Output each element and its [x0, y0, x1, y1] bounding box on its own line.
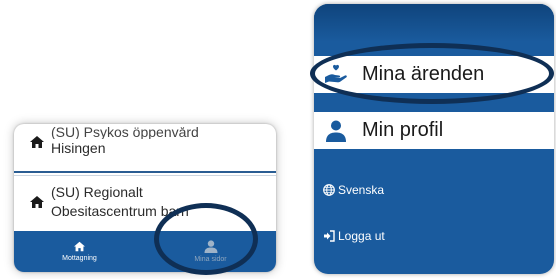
tab-mina-sidor[interactable]: Mina sidor [145, 231, 276, 272]
location-name-line1: (SU) Regionalt [51, 184, 143, 200]
globe-icon [323, 184, 335, 196]
menu-item-min-profil[interactable]: Min profil [314, 112, 554, 149]
menu-item-label: Min profil [362, 119, 444, 141]
location-name-line1: (SU) Psykos öppenvård [51, 127, 199, 139]
logout-button[interactable]: Logga ut [314, 226, 554, 246]
tab-label: Mina sidor [194, 256, 227, 263]
language-selector[interactable]: Svenska [314, 180, 554, 200]
list-item-label: (SU) Regionalt Obesitascentrum barn [51, 183, 189, 221]
home-icon [74, 241, 85, 252]
divider [14, 171, 276, 173]
menu-item-label: Svenska [338, 183, 385, 197]
home-icon [29, 195, 45, 209]
list-item[interactable]: (SU) Regionalt Obesitascentrum barn [14, 183, 276, 221]
location-name-line2: Hisingen [51, 140, 106, 156]
mobile-app-panel: (SU) Psykos öppenvård Hisingen (SU) Regi… [14, 124, 276, 272]
user-icon [204, 240, 217, 253]
list-item-label: (SU) Psykos öppenvård Hisingen [51, 127, 199, 158]
tab-label: Mottagning [62, 255, 97, 262]
home-icon [29, 135, 45, 149]
location-name-line2: Obesitascentrum barn [51, 203, 189, 219]
sign-out-icon [323, 230, 335, 242]
hand-heart-icon [324, 64, 348, 86]
side-menu: Mina ärenden Min profil Svenska Logga ut [314, 4, 554, 274]
list-item[interactable]: (SU) Psykos öppenvård Hisingen [14, 127, 276, 158]
menu-item-label: Mina ärenden [362, 63, 485, 85]
menu-item-mina-arenden[interactable]: Mina ärenden [314, 56, 554, 93]
bottom-nav: Mottagning Mina sidor [14, 231, 276, 272]
tab-mottagning[interactable]: Mottagning [14, 231, 145, 272]
menu-item-label: Logga ut [338, 229, 385, 243]
divider [14, 175, 276, 176]
user-icon [324, 120, 348, 142]
